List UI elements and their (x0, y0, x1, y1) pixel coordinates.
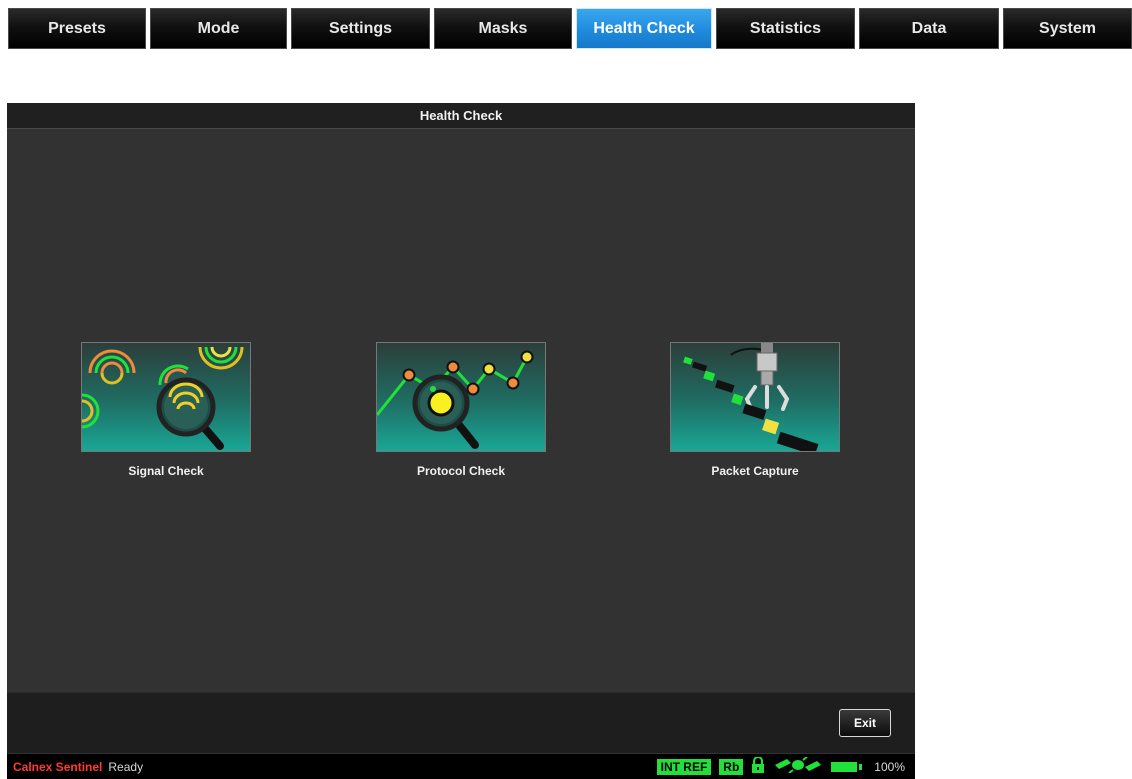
tab-statistics[interactable]: Statistics (716, 8, 855, 49)
brand-label: Calnex Sentinel (13, 759, 103, 774)
tab-system[interactable]: System (1003, 8, 1132, 49)
tab-settings[interactable]: Settings (291, 8, 430, 49)
window-title: Health Check (7, 103, 915, 129)
battery-percent: 100% (874, 759, 905, 774)
satellite-icon (773, 756, 823, 776)
exit-button[interactable]: Exit (839, 709, 891, 737)
packet-capture-icon (670, 342, 840, 452)
battery-icon (831, 761, 863, 772)
protocol-check-card[interactable]: Protocol Check (376, 342, 546, 478)
top-tab-bar: Presets Mode Settings Masks Health Check… (0, 0, 1132, 60)
signal-check-label: Signal Check (128, 464, 204, 478)
packet-capture-card[interactable]: Packet Capture (670, 342, 840, 478)
status-bar: Calnex Sentinel Ready INT REF Rb 100% (7, 754, 915, 779)
rb-badge: Rb (719, 758, 744, 775)
packet-capture-label: Packet Capture (711, 464, 799, 478)
tab-health-check[interactable]: Health Check (576, 8, 712, 49)
tab-masks[interactable]: Masks (434, 8, 572, 49)
protocol-check-label: Protocol Check (416, 464, 506, 478)
tab-presets[interactable]: Presets (8, 8, 146, 49)
protocol-check-icon (376, 342, 546, 452)
signal-check-icon (81, 342, 251, 452)
health-check-window: Health Check Signal Check Protocol Check… (7, 103, 915, 779)
tab-data[interactable]: Data (859, 8, 999, 49)
status-indicators: INT REF Rb 100% (656, 754, 905, 779)
tab-mode[interactable]: Mode (150, 8, 287, 49)
window-footer: Exit (7, 692, 915, 753)
lock-icon (751, 756, 765, 776)
int-ref-badge: INT REF (656, 758, 712, 775)
signal-check-card[interactable]: Signal Check (81, 342, 251, 478)
status-text: Ready (108, 759, 144, 774)
